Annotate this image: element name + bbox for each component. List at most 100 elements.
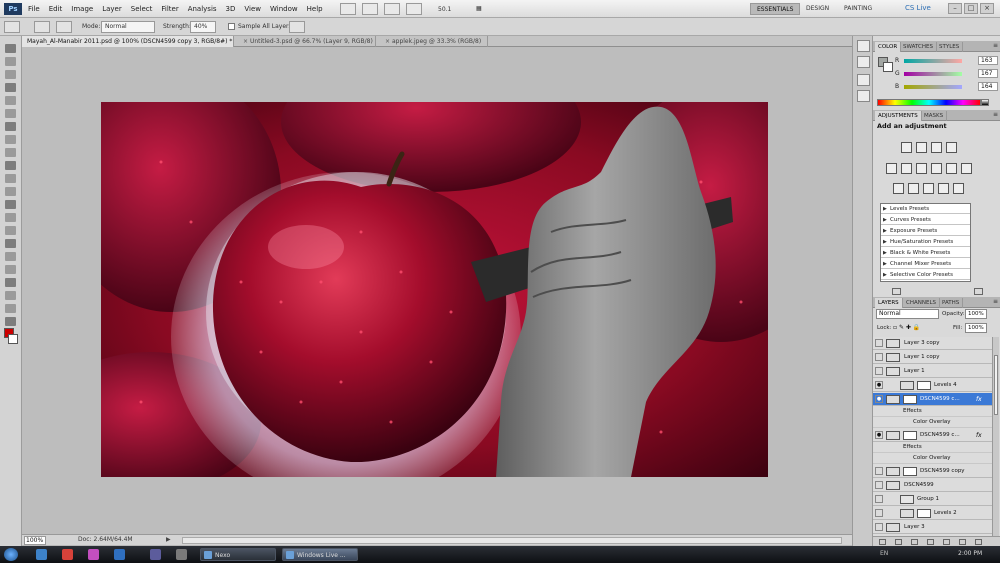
blur-tool-icon[interactable] (5, 200, 16, 209)
clone-source-panel-icon[interactable] (857, 90, 870, 102)
levels-icon[interactable] (916, 142, 927, 153)
green-slider[interactable] (904, 72, 962, 76)
menu-help[interactable]: Help (307, 5, 323, 13)
tab-mayah-al-manabir[interactable]: Mayah_Al-Manabir 2011.psd @ 100% (DSCN45… (22, 36, 234, 47)
workspace-painting[interactable]: PAINTING (838, 3, 878, 15)
menu-file[interactable]: File (28, 5, 40, 13)
visibility-eye-icon[interactable] (875, 367, 883, 375)
tab-applek[interactable]: × applek.jpeg @ 33.3% (RGB/8) (376, 36, 488, 47)
panel-menu-icon[interactable]: ≡ (993, 298, 998, 305)
layers-scrollbar[interactable] (992, 337, 999, 536)
blue-slider[interactable] (904, 85, 962, 89)
3d-orbit-tool-icon[interactable] (5, 291, 16, 300)
posterize-icon[interactable] (908, 183, 919, 194)
close-tab-icon[interactable]: × (243, 38, 248, 45)
mini-bridge-icon[interactable] (362, 3, 378, 15)
layer-effect-row[interactable]: Color Overlay (873, 418, 992, 428)
preset-selective-color[interactable]: Selective Color Presets (881, 270, 970, 280)
photo-filter-icon[interactable] (946, 163, 957, 174)
lasso-tool-icon[interactable] (5, 70, 16, 79)
lock-icons[interactable]: ▫ ✎ ✚ 🔒 (893, 324, 920, 331)
add-layer-style-icon[interactable] (895, 539, 902, 545)
new-layer-icon[interactable] (959, 539, 966, 545)
color-background-swatch[interactable] (883, 62, 893, 72)
start-button[interactable] (4, 548, 18, 561)
actions-panel-icon[interactable] (857, 56, 870, 68)
red-value-input[interactable]: 163 (978, 56, 998, 65)
visibility-eye-icon[interactable]: ● (875, 431, 883, 439)
task-windows-live[interactable]: Windows Live ... (282, 548, 358, 561)
invert-icon[interactable] (893, 183, 904, 194)
clip-to-layer-icon[interactable] (974, 288, 983, 295)
move-tool-icon[interactable] (5, 44, 16, 53)
vibrance-icon[interactable] (886, 163, 897, 174)
layer-mask-thumbnail[interactable] (903, 431, 917, 440)
close-button[interactable]: × (980, 3, 994, 14)
tab-swatches[interactable]: SWATCHES (900, 42, 937, 52)
channel-mixer-icon[interactable] (961, 163, 972, 174)
preset-levels[interactable]: Levels Presets (881, 204, 970, 214)
visibility-eye-icon[interactable] (875, 467, 883, 475)
type-tool-icon[interactable] (5, 239, 16, 248)
new-group-icon[interactable] (943, 539, 950, 545)
horizontal-scrollbar[interactable] (182, 537, 842, 544)
healing-tool-icon[interactable] (5, 122, 16, 131)
eyedropper-tool-icon[interactable] (5, 109, 16, 118)
layer-effects-badge[interactable]: fx (976, 432, 982, 439)
visibility-eye-icon[interactable]: ● (875, 381, 883, 389)
tab-styles[interactable]: STYLES (936, 42, 964, 52)
delete-layer-icon[interactable] (975, 539, 982, 545)
marquee-tool-icon[interactable] (5, 57, 16, 66)
workspace-design[interactable]: DESIGN (800, 3, 835, 15)
black-white-icon[interactable] (931, 163, 942, 174)
menu-filter[interactable]: Filter (161, 5, 178, 13)
opacity-input[interactable]: 100% (965, 309, 987, 319)
zoom-tool-icon[interactable] (5, 317, 16, 326)
document-canvas-area[interactable] (22, 47, 852, 534)
preset-curves[interactable]: Curves Presets (881, 215, 970, 225)
visibility-eye-icon[interactable] (875, 353, 883, 361)
preset-channel-mixer[interactable]: Channel Mixer Presets (881, 259, 970, 269)
tab-color[interactable]: COLOR (875, 42, 902, 52)
pen-tool-icon[interactable] (5, 226, 16, 235)
menu-edit[interactable]: Edit (49, 5, 63, 13)
layer-row[interactable]: DSCN4599 copy (873, 465, 992, 478)
status-menu-arrow-icon[interactable]: ▶ (166, 536, 171, 543)
brush-panel-toggle[interactable] (56, 21, 72, 33)
layer-row[interactable]: ● Levels 4 (873, 379, 992, 392)
green-value-input[interactable]: 167 (978, 69, 998, 78)
visibility-eye-icon[interactable] (875, 495, 883, 503)
black-white-ramp[interactable] (981, 99, 989, 106)
bridge-icon[interactable] (340, 3, 356, 15)
visibility-eye-icon[interactable] (875, 339, 883, 347)
layer-row[interactable]: Layer 3 (873, 521, 992, 534)
gradient-map-icon[interactable] (938, 183, 949, 194)
blue-value-input[interactable]: 164 (978, 82, 998, 91)
path-select-tool-icon[interactable] (5, 252, 16, 261)
preset-black-white[interactable]: Black & White Presets (881, 248, 970, 258)
pressure-strength-icon[interactable] (289, 21, 305, 33)
layer-effect-row[interactable]: Color Overlay (873, 454, 992, 464)
exposure-icon[interactable] (946, 142, 957, 153)
tab-channels[interactable]: CHANNELS (903, 298, 940, 308)
close-tab-icon[interactable]: × (385, 38, 390, 45)
system-tray[interactable]: EN (880, 550, 888, 557)
dodge-tool-icon[interactable] (5, 213, 16, 222)
tab-adjustments[interactable]: ADJUSTMENTS (875, 111, 922, 121)
tool-preset-picker[interactable] (4, 21, 20, 33)
history-panel-icon[interactable] (857, 40, 870, 52)
strength-input[interactable]: 40% (190, 21, 216, 33)
layer-row[interactable]: Levels 2 (873, 507, 992, 520)
menu-image[interactable]: Image (71, 5, 93, 13)
task-nexo[interactable]: Nexo (200, 548, 276, 561)
gradient-tool-icon[interactable] (5, 187, 16, 196)
minimize-button[interactable]: – (948, 3, 962, 14)
explorer-icon[interactable] (36, 549, 47, 560)
layer-row[interactable]: DSCN4599 (873, 479, 992, 492)
quick-select-tool-icon[interactable] (5, 83, 16, 92)
scroll-thumb[interactable] (994, 355, 998, 415)
workspace-essentials[interactable]: ESSENTIALS (750, 3, 801, 15)
media-icon[interactable] (88, 549, 99, 560)
brush-picker[interactable] (34, 21, 50, 33)
brush-tool-icon[interactable] (5, 135, 16, 144)
